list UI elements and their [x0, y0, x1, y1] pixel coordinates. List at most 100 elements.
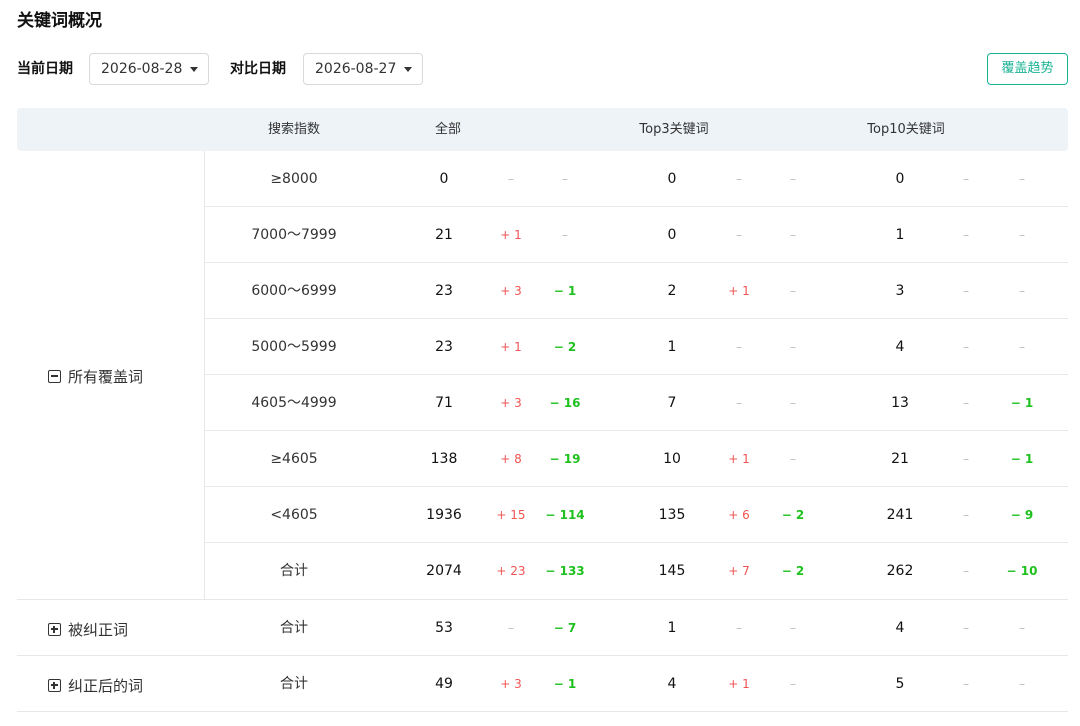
table-row: 6000～6999 23 + 3 − 1 2 + 1 – 3 – – [204, 263, 1068, 319]
top10-increase: – [963, 508, 969, 522]
group-label: 纠正后的词 [68, 677, 144, 695]
current-date-value: 2026-08-28 [101, 61, 183, 77]
all-count: 21 [435, 227, 453, 243]
column-header: Top3关键词 [639, 122, 709, 137]
index-cell: ≥8000 [270, 171, 318, 187]
all-decrease: − 7 [553, 621, 577, 635]
all-count: 49 [435, 676, 453, 692]
top3-decrease: – [790, 621, 796, 635]
top3-increase: + 6 [728, 508, 750, 522]
top10-decrease: − 9 [1010, 508, 1034, 522]
top3-decrease: − 2 [781, 564, 805, 578]
top10-increase: – [963, 396, 969, 410]
group-after-correction: 纠正后的词 合计 49 + 3 − 1 4 + 1 – 5 – – [17, 656, 1068, 712]
top10-decrease: – [1019, 677, 1025, 691]
all-decrease: − 1 [553, 284, 577, 298]
top3-increase: + 7 [728, 564, 750, 578]
top3-decrease: – [790, 396, 796, 410]
table-row: ≥8000 0 – – 0 – – 0 – – [204, 151, 1068, 207]
top3-count: 145 [658, 563, 686, 579]
table-header: 搜索指数 全部 Top3关键词 Top10关键词 [17, 108, 1068, 151]
top3-count: 0 [667, 171, 677, 187]
all-decrease: – [562, 228, 568, 242]
top10-decrease: – [1019, 172, 1025, 186]
group-toggle[interactable]: 所有覆盖词 [48, 366, 143, 387]
all-count: 23 [435, 283, 453, 299]
top10-increase: – [963, 228, 969, 242]
all-count: 138 [430, 451, 458, 467]
all-decrease: – [562, 172, 568, 186]
all-increase: + 15 [496, 508, 526, 522]
all-increase: + 3 [500, 677, 522, 691]
caret-down-icon [190, 67, 198, 72]
all-count: 0 [439, 171, 449, 187]
top3-increase: – [736, 172, 742, 186]
top10-increase: – [963, 677, 969, 691]
index-cell: 4605～4999 [251, 395, 337, 411]
all-increase: + 3 [500, 284, 522, 298]
top10-decrease: − 1 [1010, 396, 1034, 410]
top3-increase: – [736, 396, 742, 410]
index-cell: 6000～6999 [251, 283, 337, 299]
group-toggle[interactable]: 纠正后的词 [48, 675, 143, 696]
top3-count: 10 [663, 451, 681, 467]
index-cell: 合计 [280, 676, 308, 692]
all-count: 2074 [426, 563, 462, 579]
all-increase: + 1 [500, 228, 522, 242]
expand-icon[interactable] [48, 679, 61, 692]
all-increase: + 8 [500, 452, 522, 466]
all-count: 1936 [426, 507, 462, 523]
top3-count: 4 [667, 676, 677, 692]
all-decrease: − 114 [545, 508, 585, 522]
index-cell: 合计 [280, 620, 308, 636]
top10-decrease: – [1019, 621, 1025, 635]
all-decrease: − 2 [553, 340, 577, 354]
column-header: 全部 [434, 122, 462, 137]
group-all-covered: 所有覆盖词 ≥8000 0 – – 0 – – 0 – – 7000～7999 … [17, 151, 1068, 600]
column-header: Top10关键词 [867, 122, 945, 137]
table-row: 5000～5999 23 + 1 − 2 1 – – 4 – – [204, 319, 1068, 375]
group-toggle[interactable]: 被纠正词 [48, 619, 128, 640]
group-label: 所有覆盖词 [68, 368, 144, 386]
top10-increase: – [963, 172, 969, 186]
top10-increase: – [963, 340, 969, 354]
top10-count: 0 [895, 171, 905, 187]
caret-down-icon [404, 67, 412, 72]
top10-decrease: − 1 [1010, 452, 1034, 466]
compare-date-value: 2026-08-27 [315, 61, 397, 77]
top3-increase: + 1 [728, 284, 750, 298]
top10-count: 4 [895, 620, 905, 636]
expand-icon[interactable] [48, 623, 61, 636]
top10-count: 262 [886, 563, 914, 579]
top10-count: 3 [895, 283, 905, 299]
top10-count: 13 [891, 395, 909, 411]
top10-count: 4 [895, 339, 905, 355]
coverage-trend-button[interactable]: 覆盖趋势 [987, 53, 1068, 85]
top10-count: 21 [891, 451, 909, 467]
compare-date-select[interactable]: 2026-08-27 [303, 53, 423, 85]
table-row: ≥4605 138 + 8 − 19 10 + 1 – 21 – − 1 [204, 431, 1068, 487]
index-cell: 7000～7999 [251, 227, 337, 243]
top3-decrease: – [790, 340, 796, 354]
top10-increase: – [963, 621, 969, 635]
top3-decrease: – [790, 172, 796, 186]
current-date-label: 当前日期 [17, 61, 73, 77]
all-count: 23 [435, 339, 453, 355]
column-header: 搜索指数 [267, 122, 321, 137]
page-title: 关键词概况 [17, 11, 102, 31]
top3-decrease: – [790, 228, 796, 242]
collapse-icon[interactable] [48, 370, 61, 383]
top3-count: 135 [658, 507, 686, 523]
top3-count: 0 [667, 227, 677, 243]
table-row: 合计 49 + 3 − 1 4 + 1 – 5 – – [204, 656, 1068, 712]
index-cell: ≥4605 [270, 451, 318, 467]
top10-decrease: – [1019, 284, 1025, 298]
all-increase: + 3 [500, 396, 522, 410]
top3-decrease: − 2 [781, 508, 805, 522]
top3-increase: – [736, 340, 742, 354]
current-date-select[interactable]: 2026-08-28 [89, 53, 209, 85]
top10-decrease: – [1019, 340, 1025, 354]
top3-count: 1 [667, 620, 677, 636]
compare-date-label: 对比日期 [230, 61, 286, 77]
top3-increase: – [736, 228, 742, 242]
